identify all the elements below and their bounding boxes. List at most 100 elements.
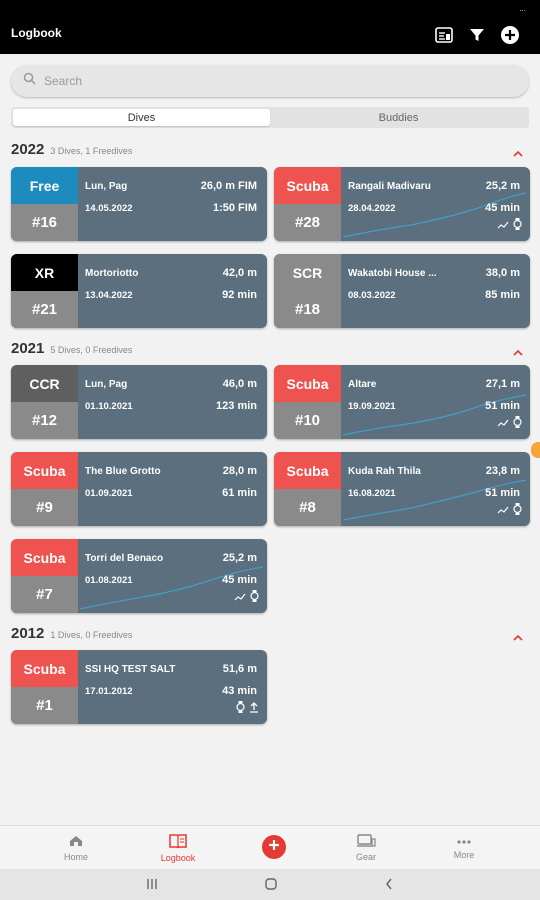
dive-card[interactable]: CCR #12 Lun, Pag 01.10.2021 46,0 m 123 m… [11,365,267,439]
dive-time: 85 min [485,289,520,301]
dive-number: #18 [274,291,341,328]
dive-card[interactable]: SCR #18 Wakatobi House ... 08.03.2022 38… [274,254,530,328]
watch-icon [513,502,522,520]
nav-gear[interactable]: Gear [326,826,406,870]
more-icon [456,837,472,847]
dive-number: #7 [11,576,78,613]
dive-card[interactable]: Scuba #10 Altare 19.09.2021 27,1 m 51 mi… [274,365,530,439]
recent-apps-icon[interactable] [146,877,158,896]
dive-date: 19.09.2021 [348,401,396,412]
chevron-up-icon[interactable] [513,343,523,361]
upload-icon [249,700,259,718]
dive-type-badge: Free [11,167,78,204]
nav-more[interactable]: More [424,826,504,870]
dive-date: 01.09.2021 [85,488,133,499]
search-bar[interactable] [11,65,529,97]
year-header[interactable]: 2021 5 Dives, 0 Freedives [11,340,529,358]
dive-time: 45 min [485,202,520,214]
add-dive-icon[interactable] [499,24,521,46]
dive-site: Kuda Rah Thila [348,466,421,477]
dive-site: Mortoriotto [85,268,139,279]
dive-date: 16.08.2021 [348,488,396,499]
watch-icon [513,415,522,433]
dive-time: 51 min [485,400,520,412]
add-button[interactable] [262,835,286,859]
watch-icon [250,589,259,607]
nav-home[interactable]: Home [36,826,116,870]
search-input[interactable] [44,74,484,88]
dive-type-badge: Scuba [274,452,341,489]
dive-type-badge: CCR [11,365,78,402]
home-button-icon[interactable] [264,877,278,896]
tab-dives[interactable]: Dives [13,109,270,126]
dive-date: 08.03.2022 [348,290,396,301]
dive-number: #9 [11,489,78,526]
dive-date: 01.08.2021 [85,575,133,586]
dive-depth: 27,1 m [485,378,520,390]
dive-type-badge: Scuba [11,650,78,687]
dive-time: 61 min [222,487,257,499]
dive-type-badge: Scuba [11,539,78,576]
year-header[interactable]: 2022 3 Dives, 1 Freedives [11,141,529,159]
chevron-up-icon[interactable] [513,628,523,646]
dive-card[interactable]: Scuba #1 SSI HQ TEST SALT 17.01.2012 51,… [11,650,267,724]
nav-label: Home [63,851,88,862]
scroll-handle[interactable] [531,442,540,458]
nav-label: Logbook [160,852,196,863]
dive-site: Torri del Benaco [85,553,164,564]
dive-date: 01.10.2021 [85,401,133,412]
view-toggle: Dives Buddies [11,107,529,128]
tab-buddies[interactable]: Buddies [270,109,527,126]
dive-site: Lun, Pag [85,181,128,192]
dive-type-badge: Scuba [274,167,341,204]
dive-type-badge: SCR [274,254,341,291]
year-summary: 1 Dives, 0 Freedives [50,630,133,640]
filter-icon[interactable] [466,24,488,46]
dive-depth: 38,0 m [485,267,520,279]
dive-site: Wakatobi House ... [348,268,437,279]
year-label: 2021 [11,340,45,357]
dive-time: 43 min [222,685,257,697]
dive-card[interactable]: Scuba #7 Torri del Benaco 01.08.2021 25,… [11,539,267,613]
dive-depth: 23,8 m [485,465,520,477]
nav-label: Gear [355,852,376,862]
nav-logbook[interactable]: Logbook [138,826,218,870]
dive-depth: 25,2 m [222,552,257,564]
dive-card[interactable]: Scuba #9 The Blue Grotto 01.09.2021 28,0… [11,452,267,526]
dive-number: #1 [11,687,78,724]
dive-time: 1:50 FIM [212,202,257,214]
dive-site: The Blue Grotto [85,466,161,477]
dive-time: 51 min [485,487,520,499]
dive-number: #8 [274,489,341,526]
dive-site: SSI HQ TEST SALT [85,664,176,675]
page-title: Logbook [11,26,62,40]
dive-depth: 26,0 m FIM [200,180,257,192]
nav-label: More [453,849,475,860]
add-icon [268,838,280,856]
dive-date: 14.05.2022 [85,203,133,214]
dive-time: 45 min [222,574,257,586]
dive-card[interactable]: Scuba #8 Kuda Rah Thila 16.08.2021 23,8 … [274,452,530,526]
year-header[interactable]: 2012 1 Dives, 0 Freedives [11,625,529,643]
dive-depth: 46,0 m [222,378,257,390]
back-icon[interactable] [384,877,394,896]
dive-card[interactable]: XR #21 Mortoriotto 13.04.2022 42,0 m 92 … [11,254,267,328]
dive-depth: 42,0 m [222,267,257,279]
dive-type-badge: Scuba [274,365,341,402]
dive-card[interactable]: Scuba #28 Rangali Madivaru 28.04.2022 25… [274,167,530,241]
chevron-up-icon[interactable] [513,144,523,162]
dive-number: #10 [274,402,341,439]
status-indicator: ... [519,4,526,13]
dive-type-badge: Scuba [11,452,78,489]
profile-icon [234,589,246,607]
dive-card[interactable]: Free #16 Lun, Pag 14.05.2022 26,0 m FIM … [11,167,267,241]
statistics-icon[interactable] [433,24,455,46]
system-navigation-bar [0,869,540,900]
dive-date: 13.04.2022 [85,290,133,301]
dive-time: 123 min [216,400,257,412]
year-label: 2022 [11,141,45,158]
profile-icon [497,415,509,433]
dive-depth: 28,0 m [222,465,257,477]
dive-depth: 25,2 m [485,180,520,192]
home-icon [69,835,83,849]
